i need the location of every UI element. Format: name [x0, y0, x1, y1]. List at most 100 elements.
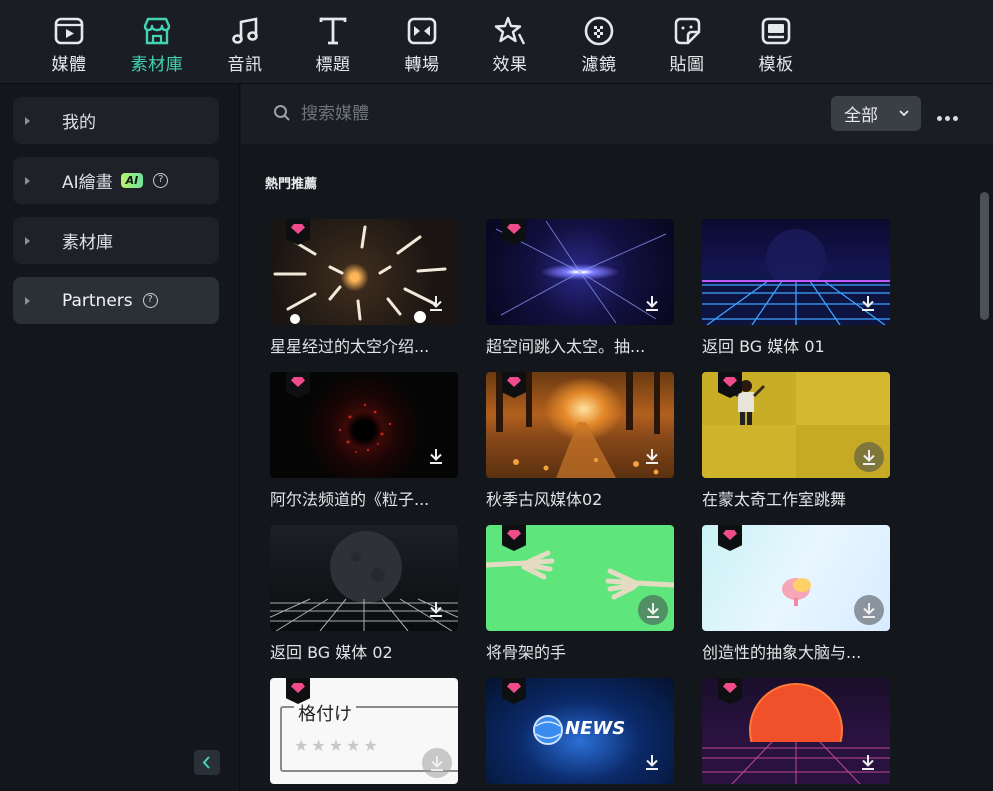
download-button[interactable]: [638, 595, 668, 625]
tab-label: 轉場: [404, 55, 440, 75]
filter-selected-value: 全部: [844, 106, 878, 126]
sidebar-item-label: Partners: [62, 290, 133, 311]
card-caption: 超空间跳入太空。抽...: [486, 337, 646, 356]
download-icon[interactable]: [858, 752, 878, 772]
sticker-icon: [674, 17, 701, 45]
tab-stickers[interactable]: 貼圖: [643, 14, 731, 76]
download-icon[interactable]: [642, 293, 662, 313]
card-caption: 在蒙太奇工作室跳舞: [702, 490, 847, 509]
card-caption: 返回 BG 媒体 02: [270, 643, 393, 662]
search-icon: [274, 105, 290, 121]
download-button[interactable]: [854, 442, 884, 472]
sidebar-item-label: 我的: [62, 113, 96, 133]
sidebar-item-label: AI繪畫: [62, 173, 113, 193]
top-toolbar: 媒體 素材庫 音訊 標題 轉場 效果 濾鏡 貼圖 模板: [0, 0, 993, 84]
tab-titles[interactable]: 標題: [289, 14, 377, 76]
expand-arrow-icon[interactable]: [25, 236, 30, 245]
tab-stock-media[interactable]: 素材庫: [113, 14, 201, 76]
media-card[interactable]: 秋季古风媒体02: [486, 372, 674, 510]
media-card[interactable]: 超空间跳入太空。抽...: [486, 219, 674, 357]
sidebar-item-ai-painting[interactable]: AI繪畫 AI ?: [13, 157, 219, 204]
download-icon: [431, 756, 443, 771]
thumbnail-abstract-brain: [702, 525, 890, 631]
thumbnail-retro-grid-blue: [702, 219, 890, 325]
tab-media[interactable]: 媒體: [25, 14, 113, 76]
media-icon: [54, 17, 84, 45]
media-card[interactable]: 阿尔法频道的《粒子...: [270, 372, 458, 510]
download-button[interactable]: [854, 595, 884, 625]
media-card[interactable]: 返回 BG 媒体 01: [702, 219, 890, 357]
media-card[interactable]: 在蒙太奇工作室跳舞: [702, 372, 890, 510]
template-icon: [761, 17, 791, 45]
ai-badge: AI: [120, 173, 144, 188]
media-card[interactable]: 将骨架的手: [486, 525, 674, 663]
expand-arrow-icon[interactable]: [25, 296, 30, 305]
scrollbar[interactable]: [980, 192, 989, 320]
chevron-down-icon: [899, 110, 909, 117]
help-icon[interactable]: ?: [153, 173, 169, 188]
thumbnail-moon-grid: [270, 525, 458, 631]
expand-arrow-icon[interactable]: [25, 176, 30, 185]
main-panel: 全部 熱門推薦 星星经过的太空介绍... 超空间跳入太空。抽... 返回 BG …: [241, 84, 993, 791]
card-caption: 星星经过的太空介绍...: [270, 337, 430, 356]
tab-effects[interactable]: 效果: [466, 14, 554, 76]
media-card[interactable]: [702, 678, 890, 784]
download-icon[interactable]: [858, 293, 878, 313]
card-caption: 将骨架的手: [486, 643, 567, 662]
download-icon[interactable]: [426, 293, 446, 313]
thumbnail-autumn-path: [486, 372, 674, 478]
help-icon[interactable]: ?: [142, 293, 158, 308]
search-input[interactable]: [301, 100, 601, 128]
download-icon: [863, 603, 875, 618]
tab-label: 貼圖: [669, 55, 705, 75]
sidebar-item-label: 素材庫: [62, 233, 113, 253]
tab-label: 效果: [492, 55, 528, 75]
thumbnail-starfield: [270, 219, 458, 325]
thumbnail-rating-card: 格付け ★★★★★: [270, 678, 458, 784]
tab-filters[interactable]: 濾鏡: [555, 14, 643, 76]
tab-label: 模板: [758, 55, 794, 75]
thumbnail-dance-montage: [702, 372, 890, 478]
media-card[interactable]: 返回 BG 媒体 02: [270, 525, 458, 663]
music-note-icon: [232, 17, 258, 44]
card-caption: 秋季古风媒体02: [486, 490, 603, 509]
tab-transitions[interactable]: 轉場: [378, 14, 466, 76]
tab-audio[interactable]: 音訊: [201, 14, 289, 76]
filter-dropdown[interactable]: 全部: [831, 96, 921, 131]
download-icon[interactable]: [642, 752, 662, 772]
expand-arrow-icon[interactable]: [25, 116, 30, 125]
thumbnail-skeleton-hands: [486, 525, 674, 631]
title-t-icon: [319, 17, 347, 45]
collapse-sidebar-button[interactable]: [194, 750, 220, 775]
download-icon[interactable]: [426, 446, 446, 466]
more-options-icon[interactable]: [937, 106, 963, 122]
news-label: NEWS: [565, 718, 626, 739]
rating-stars: ★★★★★: [294, 736, 381, 755]
sidebar-item-partners[interactable]: Partners ?: [13, 277, 219, 324]
section-title: 熱門推薦: [265, 177, 318, 192]
media-card[interactable]: NEWS: [486, 678, 674, 784]
store-icon: [143, 17, 171, 45]
download-icon[interactable]: [642, 446, 662, 466]
media-card[interactable]: 星星经过的太空介绍...: [270, 219, 458, 357]
effects-star-icon: [494, 16, 526, 45]
download-icon[interactable]: [426, 599, 446, 619]
card-caption: 阿尔法频道的《粒子...: [270, 490, 430, 509]
tab-label: 素材庫: [130, 55, 184, 75]
media-card[interactable]: 格付け ★★★★★: [270, 678, 458, 784]
search-bar: 全部: [241, 84, 993, 144]
tab-templates[interactable]: 模板: [732, 14, 820, 76]
transition-icon: [407, 17, 437, 45]
card-caption: 返回 BG 媒体 01: [702, 337, 825, 356]
sidebar: 我的 AI繪畫 AI ? 素材庫 Partners ?: [0, 84, 240, 791]
rating-title: 格付け: [294, 700, 356, 726]
tab-label: 標題: [315, 55, 351, 75]
thumbnail-retro-sun: [702, 678, 890, 784]
sidebar-item-library[interactable]: 素材庫: [13, 217, 219, 264]
tab-label: 濾鏡: [581, 55, 617, 75]
thumbnail-news-intro: NEWS: [486, 678, 674, 784]
tab-label: 音訊: [227, 55, 263, 75]
media-card[interactable]: 创造性的抽象大脑与...: [702, 525, 890, 663]
download-button[interactable]: [422, 748, 452, 778]
sidebar-item-mine[interactable]: 我的: [13, 97, 219, 144]
